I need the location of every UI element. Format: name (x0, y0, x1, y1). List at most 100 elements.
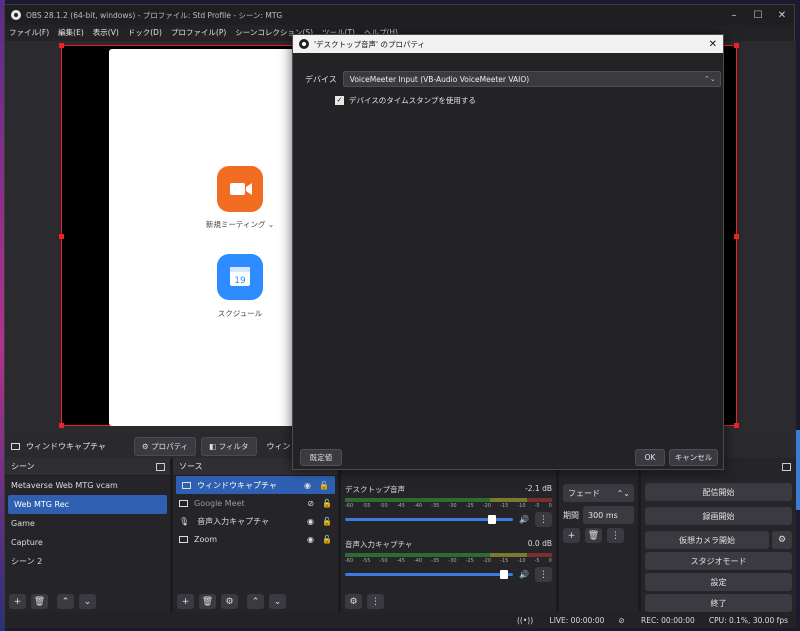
menu-profile[interactable]: プロファイル(P) (171, 27, 226, 38)
menu-file[interactable]: ファイル(F) (9, 27, 49, 38)
remove-source-icon[interactable]: 🗑 (199, 594, 216, 609)
channel-menu-icon[interactable]: ⋮ (535, 512, 552, 527)
maximize-icon[interactable]: ☐ (746, 10, 770, 21)
add-source-icon[interactable]: + (177, 594, 194, 609)
lock-icon[interactable]: 🔓 (322, 499, 332, 508)
properties-label: プロパティ (151, 441, 189, 451)
source-label: Google Meet (194, 498, 245, 508)
mixer-settings-icon[interactable]: ⚙ (345, 594, 362, 609)
start-streaming-button[interactable]: 配信開始 (645, 483, 792, 501)
virtual-camera-settings-icon[interactable]: ⚙ (772, 531, 792, 549)
eye-hidden-icon[interactable]: ⊘ (307, 499, 314, 508)
timestamp-checkbox[interactable]: ✓ (335, 96, 344, 105)
menu-view[interactable]: 表示(V) (93, 27, 119, 38)
timestamp-checkbox-row[interactable]: ✓ デバイスのタイムスタンプを使用する (335, 95, 476, 106)
controls-dock: 配信開始 録画開始 仮想カメラ開始 ⚙ スタジオモード 設定 終了 (641, 458, 796, 612)
scene-item[interactable]: Metaverse Web MTG vcam (5, 476, 170, 495)
close-icon[interactable]: ✕ (770, 10, 794, 21)
studio-mode-button[interactable]: スタジオモード (645, 552, 792, 570)
add-scene-icon[interactable]: + (9, 594, 26, 609)
speaker-icon[interactable]: 🔊 (519, 570, 529, 579)
device-select[interactable]: VoiceMeeter Input (VB-Audio VoiceMeeter … (342, 71, 721, 87)
dialog-close-icon[interactable]: ✕ (709, 39, 717, 50)
scene-item[interactable]: Web MTG Rec (8, 495, 167, 514)
new-meeting-label: 新規ミーティング ⌄ (205, 220, 275, 229)
volume-knob[interactable] (499, 570, 508, 579)
scenes-dock: シーン Metaverse Web MTG vcam Web MTG Rec G… (5, 458, 173, 612)
volume-slider[interactable] (345, 570, 514, 579)
duration-input[interactable]: 300 ms (583, 506, 634, 524)
level-meter (345, 553, 552, 557)
resize-handle[interactable] (59, 43, 64, 48)
transition-select[interactable]: フェード ⌃⌄ (563, 484, 634, 502)
resize-handle[interactable] (734, 43, 739, 48)
video-camera-icon (230, 183, 252, 195)
volume-slider[interactable] (345, 515, 514, 524)
filters-label: フィルタ (218, 441, 249, 451)
move-up-icon[interactable]: ⌃ (247, 594, 264, 609)
properties-button[interactable]: ⚙ プロパティ (134, 436, 197, 456)
settings-button[interactable]: 設定 (645, 573, 792, 591)
add-transition-icon[interactable]: + (563, 528, 580, 543)
zoom-window-capture: 新規ミーティング ⌄ 19 スクジュール (109, 49, 294, 426)
selected-source-name: ウィンドウキャプチャ (26, 441, 106, 451)
lock-icon[interactable]: 🔓 (322, 517, 332, 526)
scene-item[interactable]: Capture (5, 533, 170, 552)
cancel-button[interactable]: キャンセル (669, 449, 718, 466)
new-meeting-button (217, 166, 263, 212)
schedule-label: スクジュール (217, 309, 263, 318)
duration-label: 期間 (563, 510, 579, 520)
transition-menu-icon[interactable]: ⋮ (607, 528, 624, 543)
window-capture-icon (182, 481, 191, 489)
scene-item[interactable]: シーン 2 (5, 552, 170, 571)
level-meter (345, 498, 552, 502)
source-item[interactable]: Google Meet ⊘ 🔓 (173, 494, 338, 512)
remove-scene-icon[interactable]: 🗑 (31, 594, 48, 609)
ok-button[interactable]: OK (635, 449, 665, 466)
svg-text:19: 19 (234, 276, 246, 286)
undock-icon[interactable] (156, 462, 165, 471)
move-up-icon[interactable]: ⌃ (57, 594, 74, 609)
exit-button[interactable]: 終了 (645, 594, 792, 612)
defaults-button[interactable]: 既定値 (300, 449, 342, 466)
menu-edit[interactable]: 編集(E) (58, 27, 84, 38)
channel-level: 0.0 dB (527, 539, 552, 548)
source-settings-icon[interactable]: ⚙ (221, 594, 238, 609)
source-label: ウィンドウキャプチャ (197, 480, 277, 490)
eye-icon[interactable]: ◉ (304, 481, 311, 490)
lock-icon[interactable]: 🔓 (319, 481, 329, 490)
source-item[interactable]: 🎙 音声入力キャプチャ ◉ 🔓 (173, 512, 338, 530)
properties-dialog: 'デスクトップ音声' のプロパティ ✕ デバイス VoiceMeeter Inp… (292, 34, 724, 470)
dialog-title: 'デスクトップ音声' のプロパティ (314, 39, 426, 49)
calendar-icon: 19 (230, 267, 250, 286)
start-recording-button[interactable]: 録画開始 (645, 507, 792, 525)
eye-icon[interactable]: ◉ (307, 517, 314, 526)
channel-menu-icon[interactable]: ⋮ (535, 567, 552, 582)
scene-item[interactable]: Game (5, 514, 170, 533)
live-status: ((•)) LIVE: 00:00:00 (517, 615, 605, 625)
speaker-icon[interactable]: 🔊 (519, 515, 529, 524)
source-item[interactable]: ウィンドウキャプチャ ◉ 🔓 (176, 476, 335, 494)
start-virtual-camera-button[interactable]: 仮想カメラ開始 (645, 531, 769, 549)
move-down-icon[interactable]: ⌄ (269, 594, 286, 609)
mixer-menu-icon[interactable]: ⋮ (367, 594, 384, 609)
resize-handle[interactable] (59, 423, 64, 428)
menu-dock[interactable]: ドック(D) (128, 27, 162, 38)
undock-icon[interactable] (782, 463, 791, 471)
scenes-header: シーン (5, 458, 170, 476)
source-item[interactable]: Zoom ◉ 🔓 (173, 530, 338, 548)
window-capture-icon (179, 535, 188, 543)
rec-status: ⊘ REC: 00:00:00 (618, 615, 695, 625)
volume-knob[interactable] (488, 515, 497, 524)
eye-icon[interactable]: ◉ (307, 535, 314, 544)
move-down-icon[interactable]: ⌄ (79, 594, 96, 609)
filters-button[interactable]: ◧ フィルタ (201, 436, 257, 456)
meter-ticks: -60 -55 -50 -45 -40 -35 -30 -25 -20 -15 -10 -5 0 (345, 503, 552, 509)
source-label: Zoom (194, 534, 218, 544)
minimize-icon[interactable]: – (722, 10, 746, 21)
resize-handle[interactable] (734, 234, 739, 239)
remove-transition-icon[interactable]: 🗑 (585, 528, 602, 543)
resize-handle[interactable] (59, 234, 64, 239)
resize-handle[interactable] (734, 423, 739, 428)
lock-icon[interactable]: 🔓 (322, 535, 332, 544)
